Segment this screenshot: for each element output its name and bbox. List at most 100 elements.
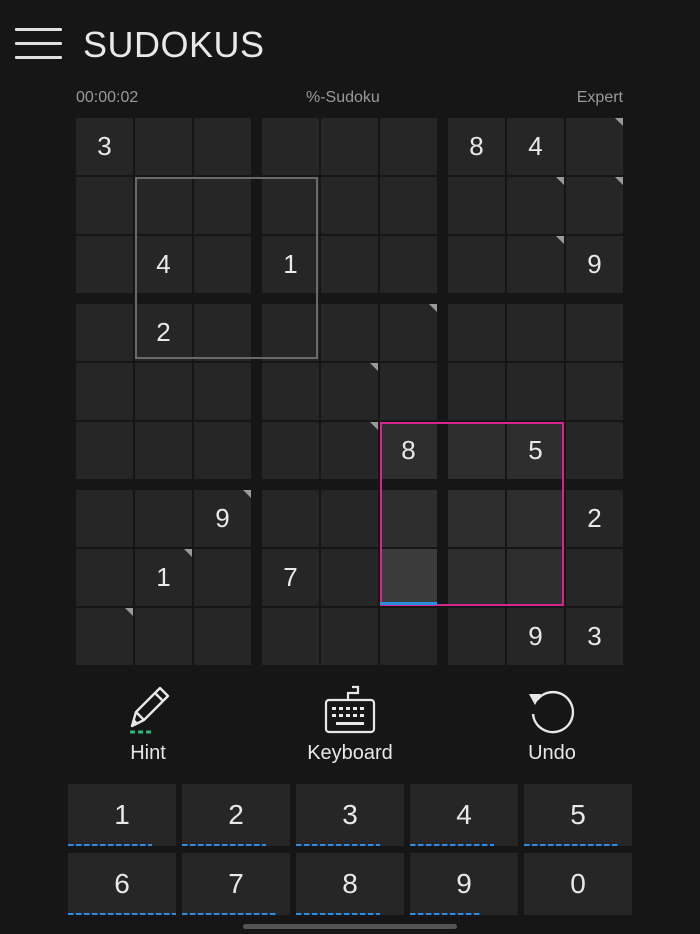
cell-r8-c6[interactable] bbox=[380, 549, 437, 606]
keypad-key-6[interactable]: 6 bbox=[68, 853, 176, 915]
cell-r4-c6[interactable] bbox=[380, 304, 437, 361]
cell-r6-c4[interactable] bbox=[262, 422, 319, 479]
cell-r2-c7[interactable] bbox=[448, 177, 505, 234]
cell-r3-c3[interactable] bbox=[194, 236, 251, 293]
keyboard-button[interactable]: Keyboard bbox=[290, 680, 410, 775]
hint-label: Hint bbox=[130, 742, 166, 764]
cell-r9-c3[interactable] bbox=[194, 608, 251, 665]
cell-r3-c8[interactable] bbox=[507, 236, 564, 293]
cell-r8-c4[interactable]: 7 bbox=[262, 549, 319, 606]
cell-r5-c8[interactable] bbox=[507, 363, 564, 420]
cell-r1-c4[interactable] bbox=[262, 118, 319, 175]
cell-r1-c1[interactable]: 3 bbox=[76, 118, 133, 175]
undo-button[interactable]: Undo bbox=[502, 680, 602, 775]
keypad-key-7[interactable]: 7 bbox=[182, 853, 290, 915]
cell-r7-c6[interactable] bbox=[380, 490, 437, 547]
keypad-key-4[interactable]: 4 bbox=[410, 784, 518, 846]
hint-button[interactable]: Hint bbox=[98, 680, 198, 775]
note-marker-icon bbox=[429, 304, 437, 312]
cell-r8-c1[interactable] bbox=[76, 549, 133, 606]
cell-r9-c7[interactable] bbox=[448, 608, 505, 665]
cell-r7-c1[interactable] bbox=[76, 490, 133, 547]
cell-r2-c5[interactable] bbox=[321, 177, 378, 234]
cell-r4-c7[interactable] bbox=[448, 304, 505, 361]
cell-r3-c7[interactable] bbox=[448, 236, 505, 293]
cell-r6-c9[interactable] bbox=[566, 422, 623, 479]
cell-r6-c6[interactable]: 8 bbox=[380, 422, 437, 479]
cell-r1-c6[interactable] bbox=[380, 118, 437, 175]
cell-r8-c9[interactable] bbox=[566, 549, 623, 606]
cell-r2-c8[interactable] bbox=[507, 177, 564, 234]
cell-r5-c6[interactable] bbox=[380, 363, 437, 420]
cell-r8-c5[interactable] bbox=[321, 549, 378, 606]
cell-r9-c5[interactable] bbox=[321, 608, 378, 665]
keypad-key-2[interactable]: 2 bbox=[182, 784, 290, 846]
cell-r3-c4[interactable]: 1 bbox=[262, 236, 319, 293]
cell-r9-c4[interactable] bbox=[262, 608, 319, 665]
cell-r6-c5[interactable] bbox=[321, 422, 378, 479]
cell-r5-c2[interactable] bbox=[135, 363, 192, 420]
keypad-key-8[interactable]: 8 bbox=[296, 853, 404, 915]
cell-r1-c7[interactable]: 8 bbox=[448, 118, 505, 175]
cell-r2-c2[interactable] bbox=[135, 177, 192, 234]
cell-r5-c5[interactable] bbox=[321, 363, 378, 420]
cell-r7-c4[interactable] bbox=[262, 490, 319, 547]
cell-r8-c8[interactable] bbox=[507, 549, 564, 606]
selected-cell-indicator bbox=[380, 602, 437, 605]
cell-r4-c1[interactable] bbox=[76, 304, 133, 361]
cell-r9-c6[interactable] bbox=[380, 608, 437, 665]
cell-r4-c3[interactable] bbox=[194, 304, 251, 361]
cell-r7-c8[interactable] bbox=[507, 490, 564, 547]
cell-r9-c8[interactable]: 9 bbox=[507, 608, 564, 665]
cell-r8-c3[interactable] bbox=[194, 549, 251, 606]
cell-r7-c3[interactable]: 9 bbox=[194, 490, 251, 547]
cell-r8-c7[interactable] bbox=[448, 549, 505, 606]
cell-r5-c1[interactable] bbox=[76, 363, 133, 420]
remaining-count-bar bbox=[68, 913, 176, 915]
cell-r7-c5[interactable] bbox=[321, 490, 378, 547]
cell-r6-c8[interactable]: 5 bbox=[507, 422, 564, 479]
cell-r5-c9[interactable] bbox=[566, 363, 623, 420]
cell-r5-c4[interactable] bbox=[262, 363, 319, 420]
note-marker-icon bbox=[370, 363, 378, 371]
cell-r9-c9[interactable]: 3 bbox=[566, 608, 623, 665]
cell-r5-c7[interactable] bbox=[448, 363, 505, 420]
cell-r1-c3[interactable] bbox=[194, 118, 251, 175]
cell-r6-c7[interactable] bbox=[448, 422, 505, 479]
cell-r1-c5[interactable] bbox=[321, 118, 378, 175]
cell-r7-c7[interactable] bbox=[448, 490, 505, 547]
keypad-key-0[interactable]: 0 bbox=[524, 853, 632, 915]
keypad-key-9[interactable]: 9 bbox=[410, 853, 518, 915]
cell-r4-c8[interactable] bbox=[507, 304, 564, 361]
cell-r4-c5[interactable] bbox=[321, 304, 378, 361]
cell-r5-c3[interactable] bbox=[194, 363, 251, 420]
cell-r2-c6[interactable] bbox=[380, 177, 437, 234]
note-marker-icon bbox=[243, 490, 251, 498]
cell-r3-c6[interactable] bbox=[380, 236, 437, 293]
keypad-key-3[interactable]: 3 bbox=[296, 784, 404, 846]
cell-r2-c4[interactable] bbox=[262, 177, 319, 234]
cell-r1-c9[interactable] bbox=[566, 118, 623, 175]
cell-r2-c1[interactable] bbox=[76, 177, 133, 234]
cell-r6-c2[interactable] bbox=[135, 422, 192, 479]
cell-r6-c3[interactable] bbox=[194, 422, 251, 479]
cell-r9-c2[interactable] bbox=[135, 608, 192, 665]
cell-r3-c2[interactable]: 4 bbox=[135, 236, 192, 293]
cell-r9-c1[interactable] bbox=[76, 608, 133, 665]
cell-r4-c4[interactable] bbox=[262, 304, 319, 361]
cell-r2-c9[interactable] bbox=[566, 177, 623, 234]
cell-r2-c3[interactable] bbox=[194, 177, 251, 234]
cell-r3-c5[interactable] bbox=[321, 236, 378, 293]
keypad-key-1[interactable]: 1 bbox=[68, 784, 176, 846]
cell-r7-c2[interactable] bbox=[135, 490, 192, 547]
cell-r4-c2[interactable]: 2 bbox=[135, 304, 192, 361]
keypad-key-5[interactable]: 5 bbox=[524, 784, 632, 846]
cell-r3-c9[interactable]: 9 bbox=[566, 236, 623, 293]
cell-r7-c9[interactable]: 2 bbox=[566, 490, 623, 547]
cell-r6-c1[interactable] bbox=[76, 422, 133, 479]
cell-r4-c9[interactable] bbox=[566, 304, 623, 361]
cell-r8-c2[interactable]: 1 bbox=[135, 549, 192, 606]
cell-r1-c8[interactable]: 4 bbox=[507, 118, 564, 175]
cell-r1-c2[interactable] bbox=[135, 118, 192, 175]
cell-r3-c1[interactable] bbox=[76, 236, 133, 293]
